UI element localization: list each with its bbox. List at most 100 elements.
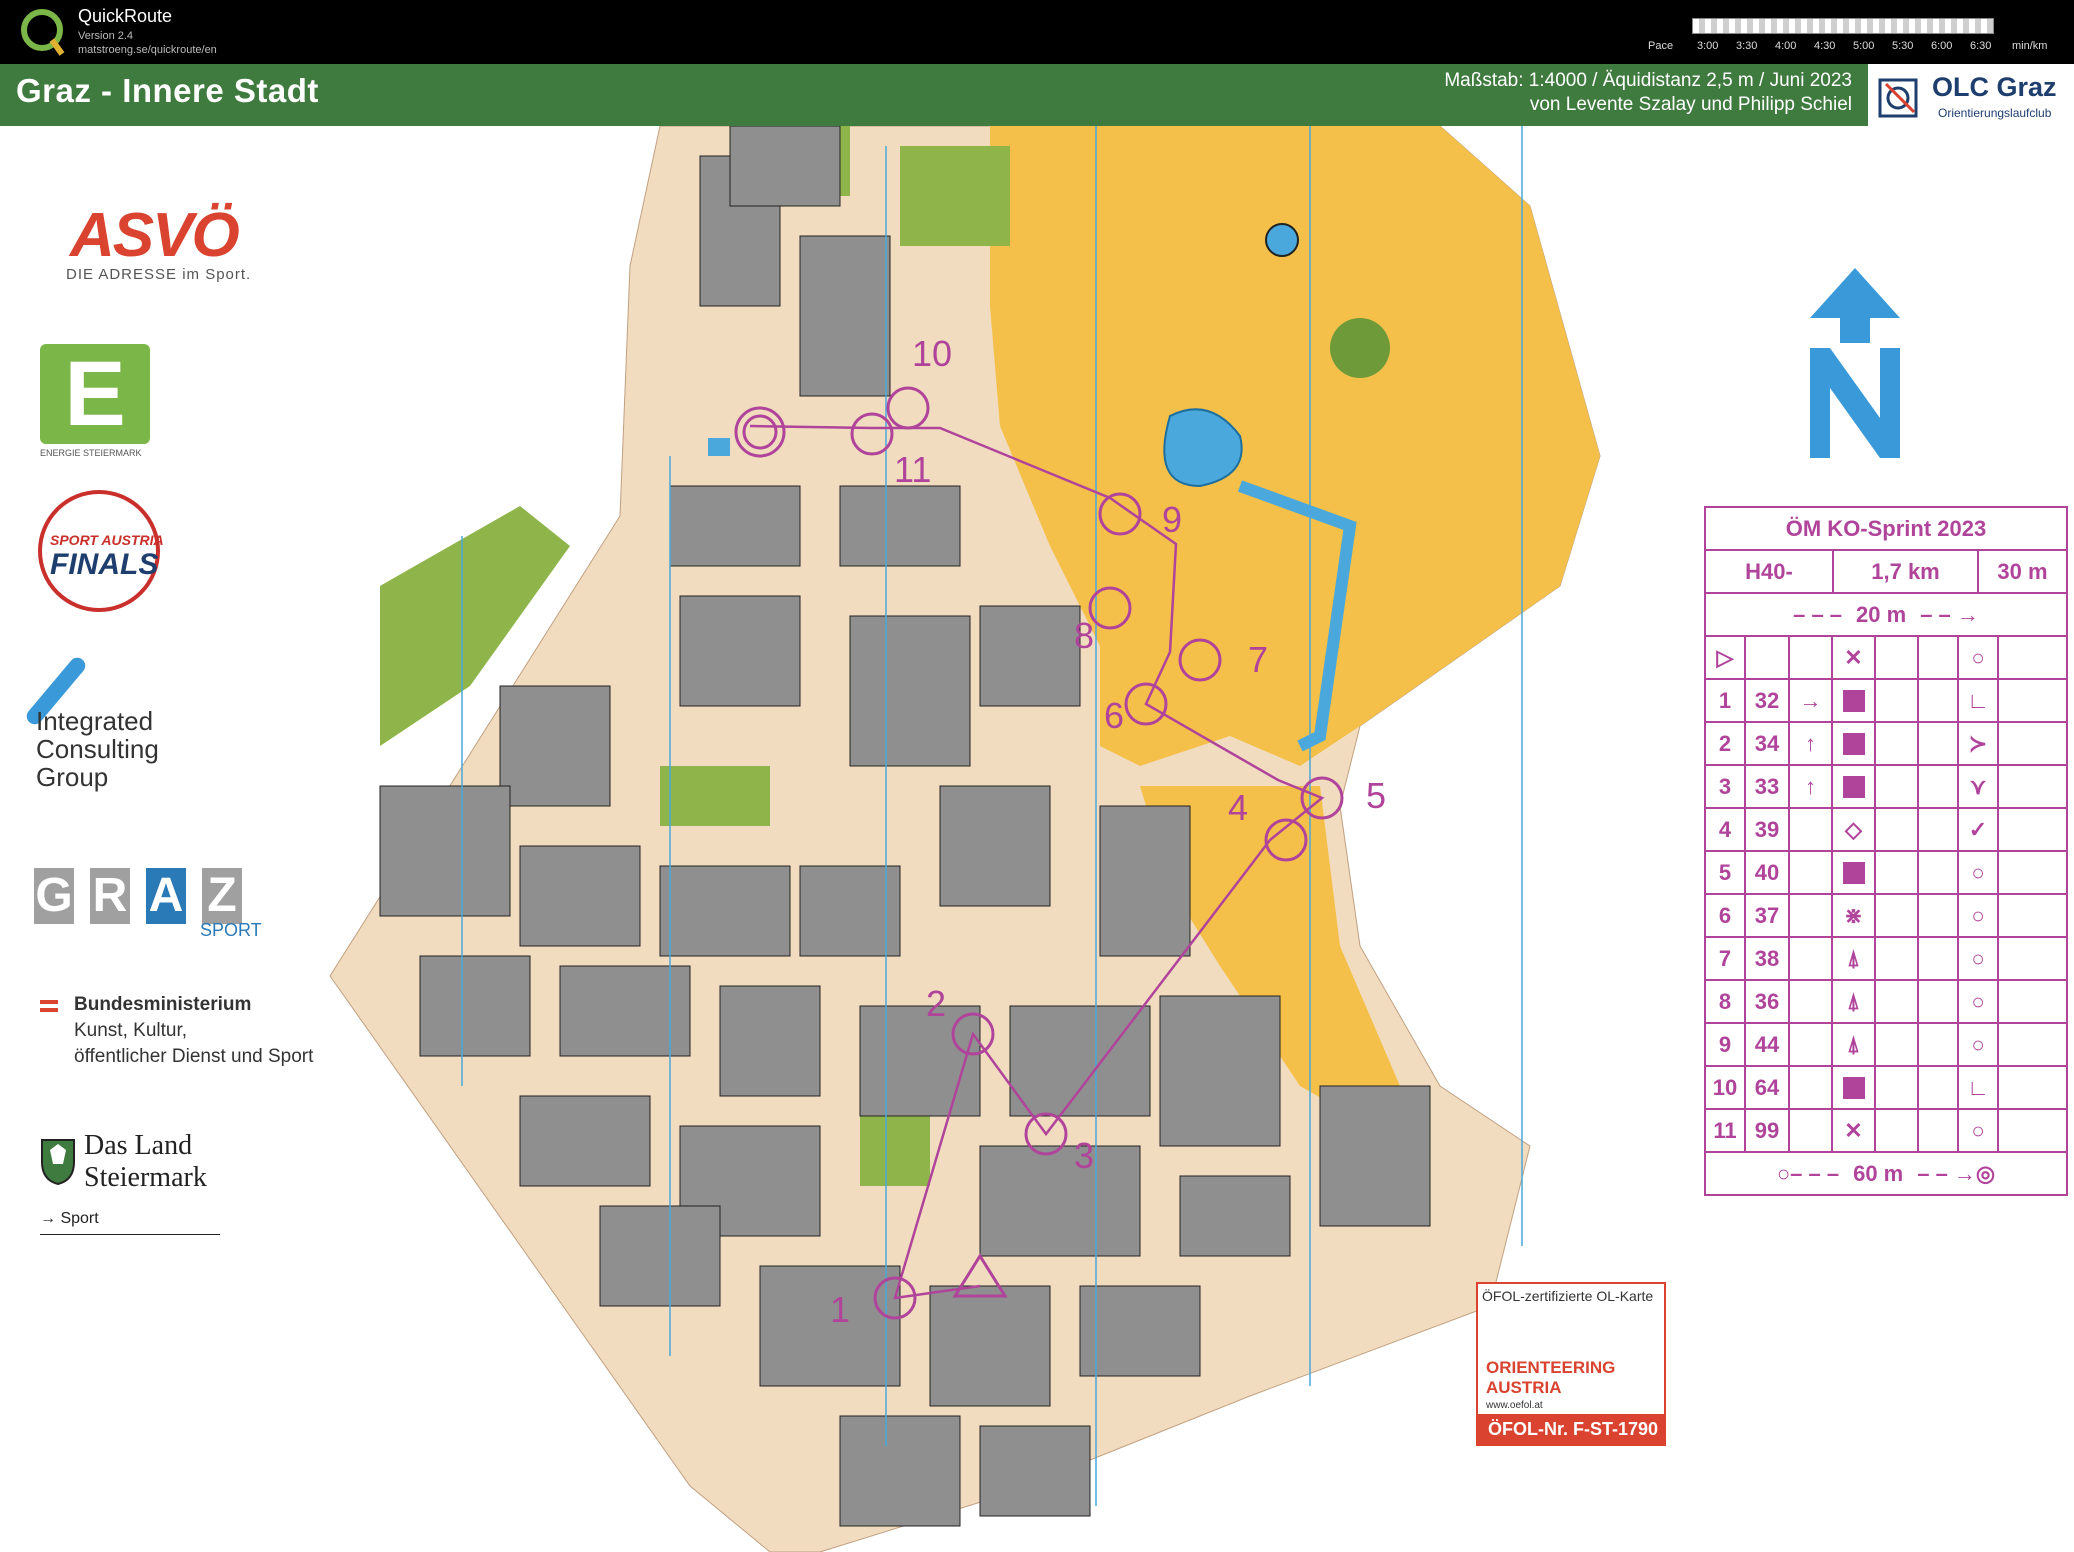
- control-code: 32: [1746, 680, 1790, 721]
- map-scale-info: Maßstab: 1:4000 / Äquidistanz 2,5 m / Ju…: [1444, 70, 1852, 91]
- control-code: 33: [1746, 766, 1790, 807]
- control-no: 6: [1706, 895, 1746, 936]
- monument-symbol-icon: ⍋: [1833, 981, 1876, 1022]
- control-code: 40: [1746, 852, 1790, 893]
- club-subtitle: Orientierungslaufclub: [1938, 106, 2052, 120]
- map-authors: von Levente Szalay und Philipp Schiel: [1529, 94, 1852, 115]
- asvo-logo: ASVÖ: [70, 201, 240, 270]
- control-code: 38: [1746, 938, 1790, 979]
- graz-logo-letter: G: [34, 868, 74, 924]
- monument-symbol-icon: ⍋: [1833, 1024, 1876, 1065]
- control-row: 9 44 ⍋ ○: [1706, 1024, 2066, 1067]
- control-row: 1 32 → ∟: [1706, 680, 2066, 723]
- location-symbol-icon: ○: [1959, 938, 1999, 979]
- corner-symbol-icon: ≻: [1959, 723, 1999, 764]
- control-code: 64: [1746, 1067, 1790, 1108]
- corner-symbol-icon: ⋎: [1959, 766, 1999, 807]
- map-header: Graz - Innere Stadt Maßstab: 1:4000 / Äq…: [0, 64, 2074, 126]
- course-info-row: H40- 1,7 km 30 m: [1706, 551, 2066, 594]
- icg-logo-line: Group: [36, 762, 109, 792]
- pace-tick: 4:00: [1775, 40, 1797, 52]
- building-symbol-icon: [1833, 852, 1876, 893]
- control-no: 4: [1706, 809, 1746, 850]
- austria-flag-icon: [40, 1000, 58, 1012]
- monument-symbol-icon: ⍋: [1833, 938, 1876, 979]
- control-no: 9: [1706, 1024, 1746, 1065]
- icg-logo-line: Consulting: [36, 734, 159, 764]
- pace-color-scale[interactable]: [1692, 18, 1994, 34]
- steiermark-sport-label: → Sport: [40, 1210, 99, 1227]
- control-number: 10: [912, 333, 952, 374]
- location-symbol-icon: ○: [1959, 852, 1999, 893]
- corner-symbol-icon: ∟: [1959, 1067, 1999, 1108]
- control-row: 5 40 ○: [1706, 852, 2066, 895]
- oefol-number: ÖFOL-Nr. F-ST-1790: [1488, 1419, 1659, 1439]
- course-category: H40-: [1706, 551, 1834, 592]
- corner-symbol-icon: ✓: [1959, 809, 1999, 850]
- location-symbol-icon: ○: [1959, 1024, 1999, 1065]
- graz-sport-label: SPORT: [200, 920, 262, 940]
- ministry-name: öffentlicher Dienst und Sport: [74, 1046, 314, 1067]
- control-code: 34: [1746, 723, 1790, 764]
- control-number: 5: [1366, 775, 1386, 816]
- green-area: [660, 766, 770, 826]
- oefol-certification-badge: ÖFOL-zertifizierte OL-Karte ORIENTEERING…: [1476, 1282, 1666, 1446]
- location-symbol-icon: ○: [1959, 1110, 1999, 1151]
- pool: [708, 438, 730, 456]
- graz-logo-letter: A: [146, 868, 186, 924]
- north-arrow-icon: [1810, 268, 1900, 458]
- control-no: 11: [1706, 1110, 1746, 1151]
- control-no: 10: [1706, 1067, 1746, 1108]
- steiermark-crest-icon: [41, 1139, 75, 1186]
- arrow-right-icon: →: [1790, 680, 1833, 721]
- control-row: 6 37 ⋇ ○: [1706, 895, 2066, 938]
- pace-tick: 5:00: [1853, 40, 1875, 52]
- app-url[interactable]: matstroeng.se/quickroute/en: [78, 44, 217, 56]
- control-row: 2 34 ↑ ≻: [1706, 723, 2066, 766]
- control-code: 36: [1746, 981, 1790, 1022]
- control-no: 2: [1706, 723, 1746, 764]
- finals-logo-top: SPORT AUSTRIA: [50, 532, 164, 548]
- building-symbol-icon: [1833, 723, 1876, 764]
- control-number: 11: [894, 449, 931, 490]
- energie-steiermark-logo: E: [40, 344, 150, 444]
- pace-tick: 4:30: [1814, 40, 1836, 52]
- control-description-sheet: ÖM KO-Sprint 2023 H40- 1,7 km 30 m – – –…: [1704, 506, 2068, 1196]
- control-number: 9: [1162, 499, 1182, 540]
- app-version: Version 2.4: [78, 30, 134, 42]
- control-code: 37: [1746, 895, 1790, 936]
- pace-unit: min/km: [2012, 40, 2048, 52]
- pace-tick: 5:30: [1892, 40, 1914, 52]
- arrow-up-icon: ↑: [1790, 723, 1833, 764]
- arrow-right-icon: – – →: [1920, 601, 1979, 627]
- control-row: 11 99 ✕ ○: [1706, 1110, 2066, 1153]
- club-logo: OLC Graz Orientierungslaufclub: [1868, 64, 2074, 126]
- asvo-slogan: DIE ADRESSE im Sport.: [66, 266, 252, 283]
- control-row: 7 38 ⍋ ○: [1706, 938, 2066, 981]
- course-length: 1,7 km: [1834, 551, 1979, 592]
- icg-logo-line: Integrated: [36, 706, 154, 736]
- control-number: 2: [926, 983, 946, 1024]
- control-code: 99: [1746, 1110, 1790, 1151]
- finals-logo-main: FINALS: [50, 548, 159, 581]
- control-no: 5: [1706, 852, 1746, 893]
- pace-tick: 3:00: [1697, 40, 1719, 52]
- building-symbol-icon: [1833, 680, 1876, 721]
- orienteering-austria-logo: ORIENTEERING AUSTRIA: [1486, 1358, 1616, 1397]
- location-symbol-icon: ○: [1959, 637, 1999, 678]
- control-code: 44: [1746, 1024, 1790, 1065]
- finish-tape-row: ○– – – 60 m – – →◎: [1706, 1153, 2066, 1194]
- dash-icon: – – –: [1793, 601, 1843, 627]
- quickroute-logo-icon: [21, 9, 65, 56]
- fountain: [1265, 223, 1299, 257]
- app-title: QuickRoute: [78, 6, 173, 26]
- graz-sport-logo: G R A Z: [34, 868, 256, 924]
- finish-circle-icon: ○– – –: [1776, 1160, 1840, 1186]
- steiermark-logo-text: Das Land: [84, 1130, 193, 1161]
- location-symbol-icon: ○: [1959, 981, 1999, 1022]
- club-name: OLC Graz: [1932, 72, 2057, 102]
- control-no: 7: [1706, 938, 1746, 979]
- control-code: 39: [1746, 809, 1790, 850]
- oefol-number-bar: ÖFOL-Nr. F-ST-1790: [1478, 1414, 1664, 1444]
- crossing-icon: ✕: [1833, 637, 1876, 678]
